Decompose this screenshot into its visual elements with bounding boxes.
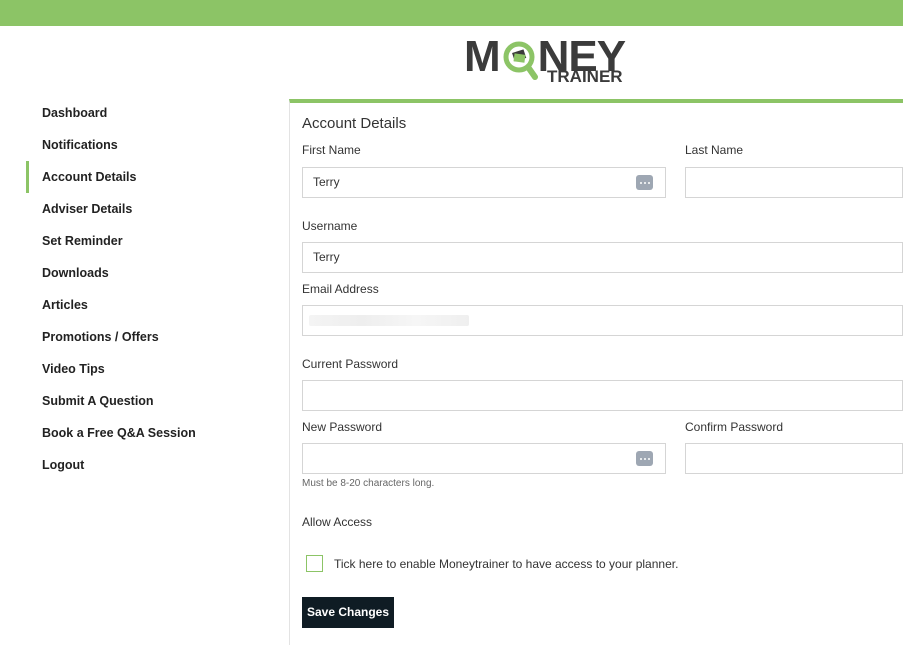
- new-password-label: New Password: [302, 420, 383, 434]
- sidebar-item-adviser-details[interactable]: Adviser Details: [26, 193, 276, 225]
- sidebar-item-book-free-qa-session[interactable]: Book a Free Q&A Session: [26, 417, 276, 449]
- sidebar-item-video-tips[interactable]: Video Tips: [26, 353, 276, 385]
- save-changes-button[interactable]: Save Changes: [302, 597, 394, 628]
- username-label: Username: [302, 219, 358, 233]
- new-password-input[interactable]: [302, 443, 666, 474]
- email-input[interactable]: [302, 305, 903, 336]
- logo-subtext: TRAINER: [547, 67, 623, 86]
- first-name-label: First Name: [302, 143, 361, 157]
- password-manager-icon[interactable]: [636, 451, 653, 466]
- first-name-value: Terry: [313, 175, 340, 189]
- password-manager-icon[interactable]: [636, 175, 653, 190]
- current-password-input[interactable]: [302, 380, 903, 411]
- page-title: Account Details: [302, 115, 407, 132]
- sidebar-item-promotions-offers[interactable]: Promotions / Offers: [26, 321, 276, 353]
- last-name-input[interactable]: [685, 167, 903, 198]
- moneytrainer-logo[interactable]: M NEY TRAINER: [464, 35, 634, 90]
- sidebar-item-submit-a-question[interactable]: Submit A Question: [26, 385, 276, 417]
- sidebar-item-articles[interactable]: Articles: [26, 289, 276, 321]
- last-name-label: Last Name: [685, 143, 744, 157]
- sidebar-item-notifications[interactable]: Notifications: [26, 129, 276, 161]
- sidebar-item-downloads[interactable]: Downloads: [26, 257, 276, 289]
- sidebar-item-logout[interactable]: Logout: [26, 449, 276, 481]
- sidebar-item-set-reminder[interactable]: Set Reminder: [26, 225, 276, 257]
- logo-text-m: M: [464, 32, 501, 81]
- username-value: Terry: [313, 250, 340, 264]
- allow-access-label: Allow Access: [302, 515, 373, 529]
- magnifier-icon: [501, 39, 538, 80]
- username-input[interactable]: Terry: [302, 242, 903, 273]
- sidebar-nav: Dashboard Notifications Account Details …: [26, 97, 276, 481]
- allow-access-checkbox-label[interactable]: Tick here to enable Moneytrainer to have…: [334, 557, 678, 571]
- first-name-input[interactable]: Terry: [302, 167, 666, 198]
- sidebar-item-account-details[interactable]: Account Details: [26, 161, 276, 193]
- email-label: Email Address: [302, 282, 379, 296]
- current-password-label: Current Password: [302, 357, 399, 371]
- top-accent-bar: [0, 0, 903, 26]
- redacted-email: [309, 315, 469, 326]
- allow-access-checkbox[interactable]: [306, 555, 323, 572]
- password-hint: Must be 8-20 characters long.: [302, 478, 435, 489]
- sidebar-item-dashboard[interactable]: Dashboard: [26, 97, 276, 129]
- confirm-password-input[interactable]: [685, 443, 903, 474]
- confirm-password-label: Confirm Password: [685, 420, 784, 434]
